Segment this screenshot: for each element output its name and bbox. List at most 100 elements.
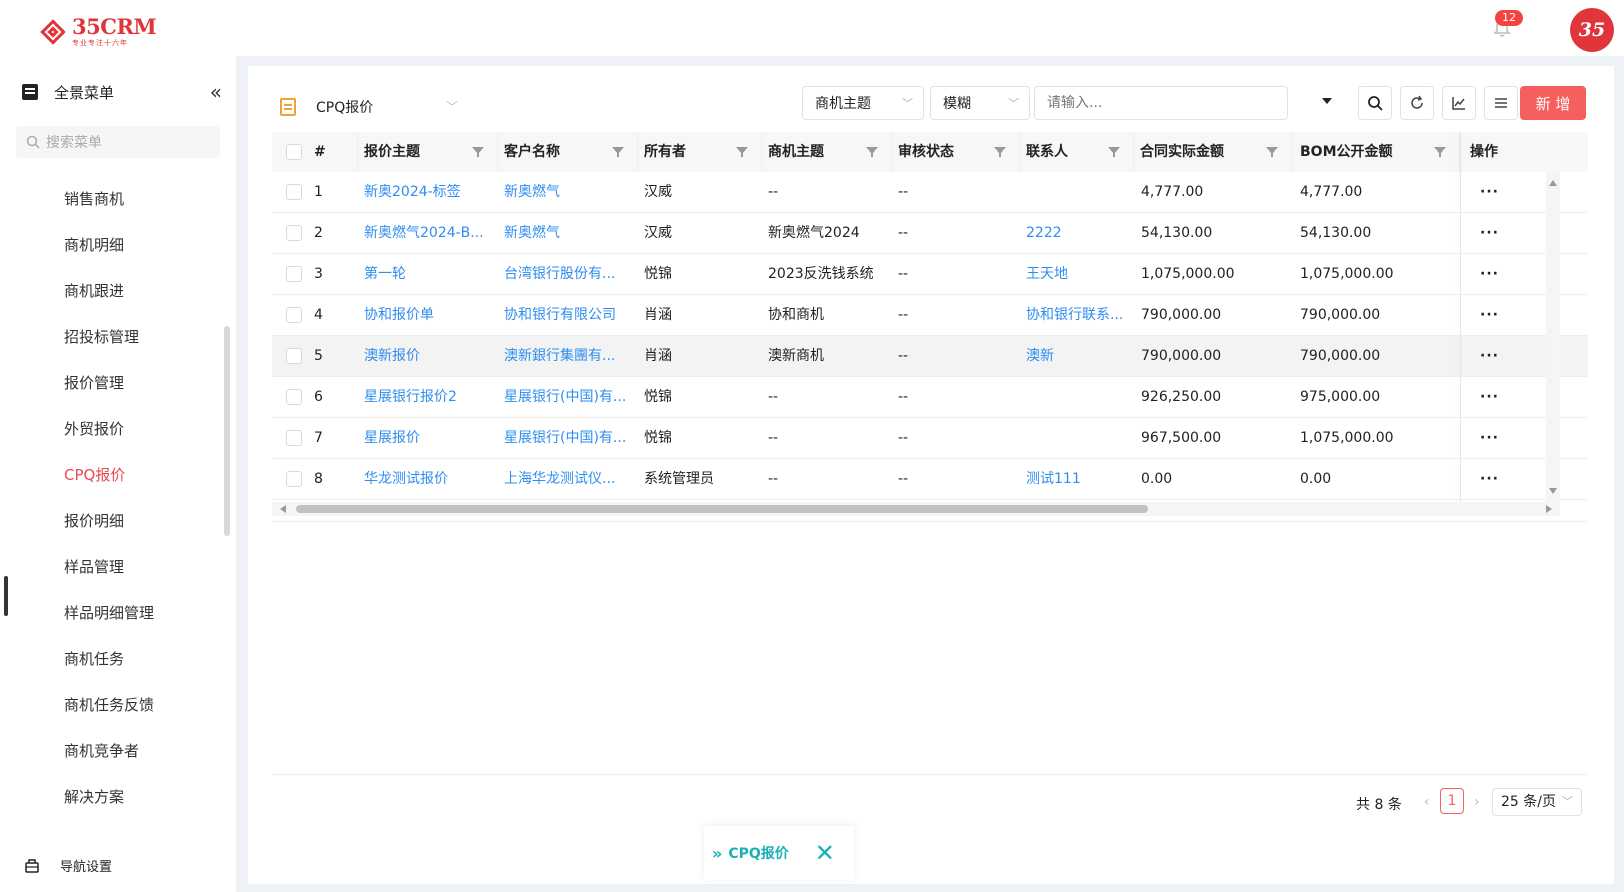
sidebar-item-quote-detail[interactable]: 报价明细 xyxy=(64,510,124,531)
match-mode-select[interactable]: 模糊 ﹀ xyxy=(930,86,1030,120)
sidebar-item-foreign-quote[interactable]: 外贸报价 xyxy=(64,418,124,439)
cell-customer-link[interactable]: 上海华龙测试仪... xyxy=(504,459,634,499)
table-vertical-scrollbar[interactable] xyxy=(1546,172,1560,502)
cell-customer-link[interactable]: 新奥燃气 xyxy=(504,172,634,212)
table-row[interactable]: 1 新奥2024-标签 新奥燃气 汉威 -- -- 4,777.00 4,777… xyxy=(272,172,1588,213)
double-chevron-icon[interactable]: » xyxy=(712,844,722,863)
filter-icon[interactable] xyxy=(612,147,624,157)
filter-icon[interactable] xyxy=(1266,147,1278,157)
more-actions-icon[interactable]: ··· xyxy=(1480,172,1499,212)
filter-icon[interactable] xyxy=(736,147,748,157)
scroll-right-arrow-icon[interactable] xyxy=(1546,505,1552,513)
more-actions-icon[interactable]: ··· xyxy=(1480,418,1499,458)
cell-contact-link[interactable]: 澳新 xyxy=(1026,336,1132,376)
select-all-checkbox[interactable] xyxy=(286,144,302,160)
prev-page-icon[interactable]: ‹ xyxy=(1424,794,1430,810)
cell-contact-link[interactable]: 王天地 xyxy=(1026,254,1132,294)
field-select[interactable]: 商机主题 ﹀ xyxy=(802,86,924,120)
sidebar-item-sample-detail[interactable]: 样品明细管理 xyxy=(64,602,154,623)
add-button[interactable]: 新 增 xyxy=(1520,86,1586,120)
sidebar-item-opportunity-task[interactable]: 商机任务 xyxy=(64,648,124,669)
scroll-down-arrow-icon[interactable] xyxy=(1549,488,1557,494)
filter-icon[interactable] xyxy=(994,147,1006,157)
open-tab-cpq[interactable]: » CPQ报价 ✕ xyxy=(704,826,854,880)
cell-subject-link[interactable]: 新奥2024-标签 xyxy=(364,172,494,212)
filter-icon[interactable] xyxy=(1434,147,1446,157)
scroll-up-arrow-icon[interactable] xyxy=(1549,180,1557,186)
cell-subject-link[interactable]: 新奥燃气2024-B... xyxy=(364,213,494,253)
cell-customer-link[interactable]: 台湾银行股份有... xyxy=(504,254,634,294)
sidebar-item-quote-management[interactable]: 报价管理 xyxy=(64,372,124,393)
user-avatar[interactable]: 35 xyxy=(1570,8,1614,52)
search-button[interactable] xyxy=(1358,86,1392,120)
sidebar-item-competitor[interactable]: 商机竞争者 xyxy=(64,740,139,761)
cell-subject-link[interactable]: 华龙测试报价 xyxy=(364,459,494,499)
more-actions-icon[interactable]: ··· xyxy=(1480,295,1499,335)
sidebar-item-solution[interactable]: 解决方案 xyxy=(64,786,124,807)
cell-customer-link[interactable]: 新奥燃气 xyxy=(504,213,634,253)
table-horizontal-scrollbar[interactable] xyxy=(272,502,1560,516)
scroll-left-arrow-icon[interactable] xyxy=(280,505,286,513)
row-checkbox[interactable] xyxy=(286,266,302,282)
caret-down-icon[interactable] xyxy=(1322,98,1332,104)
table-row[interactable]: 5 澳新报价 澳新銀行集團有... 肖涵 澳新商机 -- 澳新 790,000.… xyxy=(272,336,1588,377)
row-checkbox[interactable] xyxy=(286,471,302,487)
sidebar-item-task-feedback[interactable]: 商机任务反馈 xyxy=(64,694,154,715)
table-row[interactable]: 3 第一轮 台湾银行股份有... 悦锦 2023反洗钱系统 -- 王天地 1,0… xyxy=(272,254,1588,295)
cell-subject-link[interactable]: 澳新报价 xyxy=(364,336,494,376)
cell-customer-link[interactable]: 星展银行(中国)有... xyxy=(504,377,634,417)
table-row[interactable]: 7 星展报价 星展银行(中国)有... 悦锦 -- -- 967,500.00 … xyxy=(272,418,1588,459)
more-actions-icon[interactable]: ··· xyxy=(1480,459,1499,499)
cell-contact-link[interactable] xyxy=(1026,418,1132,458)
chart-button[interactable] xyxy=(1442,86,1476,120)
filter-icon[interactable] xyxy=(472,147,484,157)
cell-customer-link[interactable]: 协和银行有限公司 xyxy=(504,295,634,335)
cell-subject-link[interactable]: 星展银行报价2 xyxy=(364,377,494,417)
more-actions-icon[interactable]: ··· xyxy=(1480,213,1499,253)
row-checkbox[interactable] xyxy=(286,307,302,323)
scrollbar-thumb[interactable] xyxy=(296,505,1148,513)
sidebar-item-cpq-quote[interactable]: CPQ报价 xyxy=(64,464,125,485)
row-checkbox[interactable] xyxy=(286,348,302,364)
cell-contact-link[interactable] xyxy=(1026,377,1132,417)
columns-menu-button[interactable] xyxy=(1484,86,1518,120)
row-checkbox[interactable] xyxy=(286,184,302,200)
next-page-icon[interactable]: › xyxy=(1474,794,1480,810)
cell-subject-link[interactable]: 星展报价 xyxy=(364,418,494,458)
sidebar-item-opportunity-detail[interactable]: 商机明细 xyxy=(64,234,124,255)
filter-icon[interactable] xyxy=(866,147,878,157)
cell-subject-link[interactable]: 第一轮 xyxy=(364,254,494,294)
sidebar-item-bidding[interactable]: 招投标管理 xyxy=(64,326,139,347)
sidebar-item-sales-opportunity[interactable]: 销售商机 xyxy=(64,188,124,209)
brand-logo[interactable]: 35CRM 专业专注十六年 xyxy=(38,16,157,47)
page-number-current[interactable]: 1 xyxy=(1440,788,1464,814)
more-actions-icon[interactable]: ··· xyxy=(1480,336,1499,376)
sidebar-item-opportunity-followup[interactable]: 商机跟进 xyxy=(64,280,124,301)
row-checkbox[interactable] xyxy=(286,430,302,446)
close-icon[interactable]: ✕ xyxy=(815,841,835,865)
row-checkbox[interactable] xyxy=(286,225,302,241)
table-row[interactable]: 4 协和报价单 协和银行有限公司 肖涵 协和商机 -- 协和银行联系... 79… xyxy=(272,295,1588,336)
cell-contact-link[interactable] xyxy=(1026,172,1132,212)
cell-contact-link[interactable]: 测试111 xyxy=(1026,459,1132,499)
sidebar-item-sample-management[interactable]: 样品管理 xyxy=(64,556,124,577)
more-actions-icon[interactable]: ··· xyxy=(1480,377,1499,417)
cell-customer-link[interactable]: 澳新銀行集團有... xyxy=(504,336,634,376)
search-input[interactable] xyxy=(1034,86,1288,120)
cell-contact-link[interactable]: 2222 xyxy=(1026,213,1132,253)
menu-search-input[interactable]: 搜索菜单 xyxy=(16,126,220,158)
sidebar-scrollbar[interactable] xyxy=(224,326,230,536)
row-checkbox[interactable] xyxy=(286,389,302,405)
filter-icon[interactable] xyxy=(1108,147,1120,157)
table-row[interactable]: 8 华龙测试报价 上海华龙测试仪... 系统管理员 -- -- 测试111 0.… xyxy=(272,459,1588,500)
collapse-sidebar-icon[interactable]: « xyxy=(210,80,222,104)
cell-customer-link[interactable]: 星展银行(中国)有... xyxy=(504,418,634,458)
table-row[interactable]: 2 新奥燃气2024-B... 新奥燃气 汉威 新奥燃气2024 -- 2222… xyxy=(272,213,1588,254)
view-selector[interactable]: CPQ报价 ﹀ xyxy=(280,92,458,122)
table-row[interactable]: 6 星展银行报价2 星展银行(中国)有... 悦锦 -- -- 926,250.… xyxy=(272,377,1588,418)
nav-settings[interactable]: 导航设置 xyxy=(24,856,112,875)
cell-subject-link[interactable]: 协和报价单 xyxy=(364,295,494,335)
more-actions-icon[interactable]: ··· xyxy=(1480,254,1499,294)
refresh-button[interactable] xyxy=(1400,86,1434,120)
page-size-select[interactable]: 25 条/页 ﹀ xyxy=(1492,788,1582,816)
